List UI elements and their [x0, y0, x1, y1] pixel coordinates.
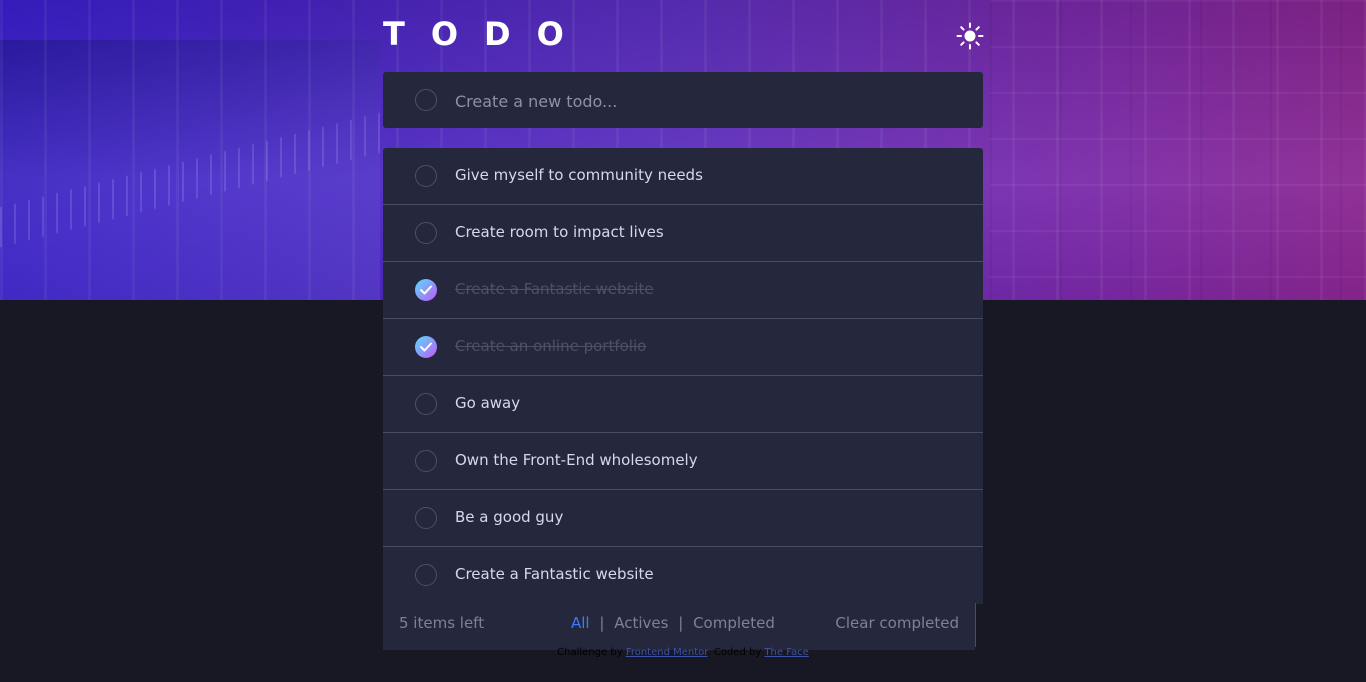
attribution-prefix: Challenge by: [557, 647, 623, 658]
todo-app: TODO Give myself to community needs Creat…: [0, 0, 1366, 682]
filter-actives[interactable]: Actives: [614, 614, 668, 632]
todo-text: Be a good guy: [455, 508, 564, 526]
todo-text: Own the Front-End wholesomely: [455, 451, 698, 469]
todo-checkbox[interactable]: [415, 279, 437, 301]
todo-list: Give myself to community needs Create roo…: [383, 148, 983, 604]
new-todo-bar: [383, 72, 983, 128]
todo-item[interactable]: Be a good guy: [383, 490, 983, 547]
todo-text: Create room to impact lives: [455, 223, 664, 241]
todo-checkbox[interactable]: [415, 336, 437, 358]
todo-item[interactable]: Create a Fantastic website: [383, 262, 983, 319]
todo-checkbox[interactable]: [415, 564, 437, 586]
todo-item[interactable]: Create an online portfolio: [383, 319, 983, 376]
filter-separator: |: [599, 614, 605, 632]
todo-item[interactable]: Own the Front-End wholesomely: [383, 433, 983, 490]
todo-text: Give myself to community needs: [455, 166, 703, 184]
app-title: TODO: [383, 15, 590, 53]
filter-all[interactable]: All: [571, 614, 590, 632]
filter-group: All | Actives | Completed: [571, 614, 775, 632]
todo-checkbox[interactable]: [415, 450, 437, 472]
new-todo-checkbox[interactable]: [415, 89, 437, 111]
theme-toggle-button[interactable]: [956, 22, 984, 50]
todo-checkbox[interactable]: [415, 393, 437, 415]
filter-separator: |: [678, 614, 684, 632]
todo-item[interactable]: Give myself to community needs: [383, 148, 983, 205]
todo-checkbox[interactable]: [415, 222, 437, 244]
todo-footer: 5 items left All | Actives | Completed C…: [383, 599, 976, 650]
new-todo-input[interactable]: [453, 86, 957, 116]
todo-text: Go away: [455, 394, 521, 412]
items-left-count: 5 items left: [399, 614, 485, 632]
check-icon: [420, 342, 432, 352]
todo-item[interactable]: Go away: [383, 376, 983, 433]
sun-icon: [956, 22, 984, 50]
todo-text: Create a Fantastic website: [455, 565, 654, 583]
attribution: Challenge by Frontend Mentor. Coded by T…: [0, 647, 1366, 658]
todo-item[interactable]: Create room to impact lives: [383, 205, 983, 262]
todo-text: Create an online portfolio: [455, 337, 647, 355]
frontend-mentor-link[interactable]: Frontend Mentor: [626, 647, 708, 658]
check-icon: [420, 285, 432, 295]
filter-completed[interactable]: Completed: [693, 614, 775, 632]
todo-text: Create a Fantastic website: [455, 280, 654, 298]
clear-completed-button[interactable]: Clear completed: [835, 614, 959, 632]
list-scrollbar[interactable]: [975, 603, 984, 647]
todo-item[interactable]: Create a Fantastic website: [383, 547, 975, 604]
todo-checkbox[interactable]: [415, 507, 437, 529]
todo-checkbox[interactable]: [415, 165, 437, 187]
attribution-middle: . Coded by: [707, 647, 762, 658]
author-link[interactable]: The Face: [764, 647, 808, 658]
